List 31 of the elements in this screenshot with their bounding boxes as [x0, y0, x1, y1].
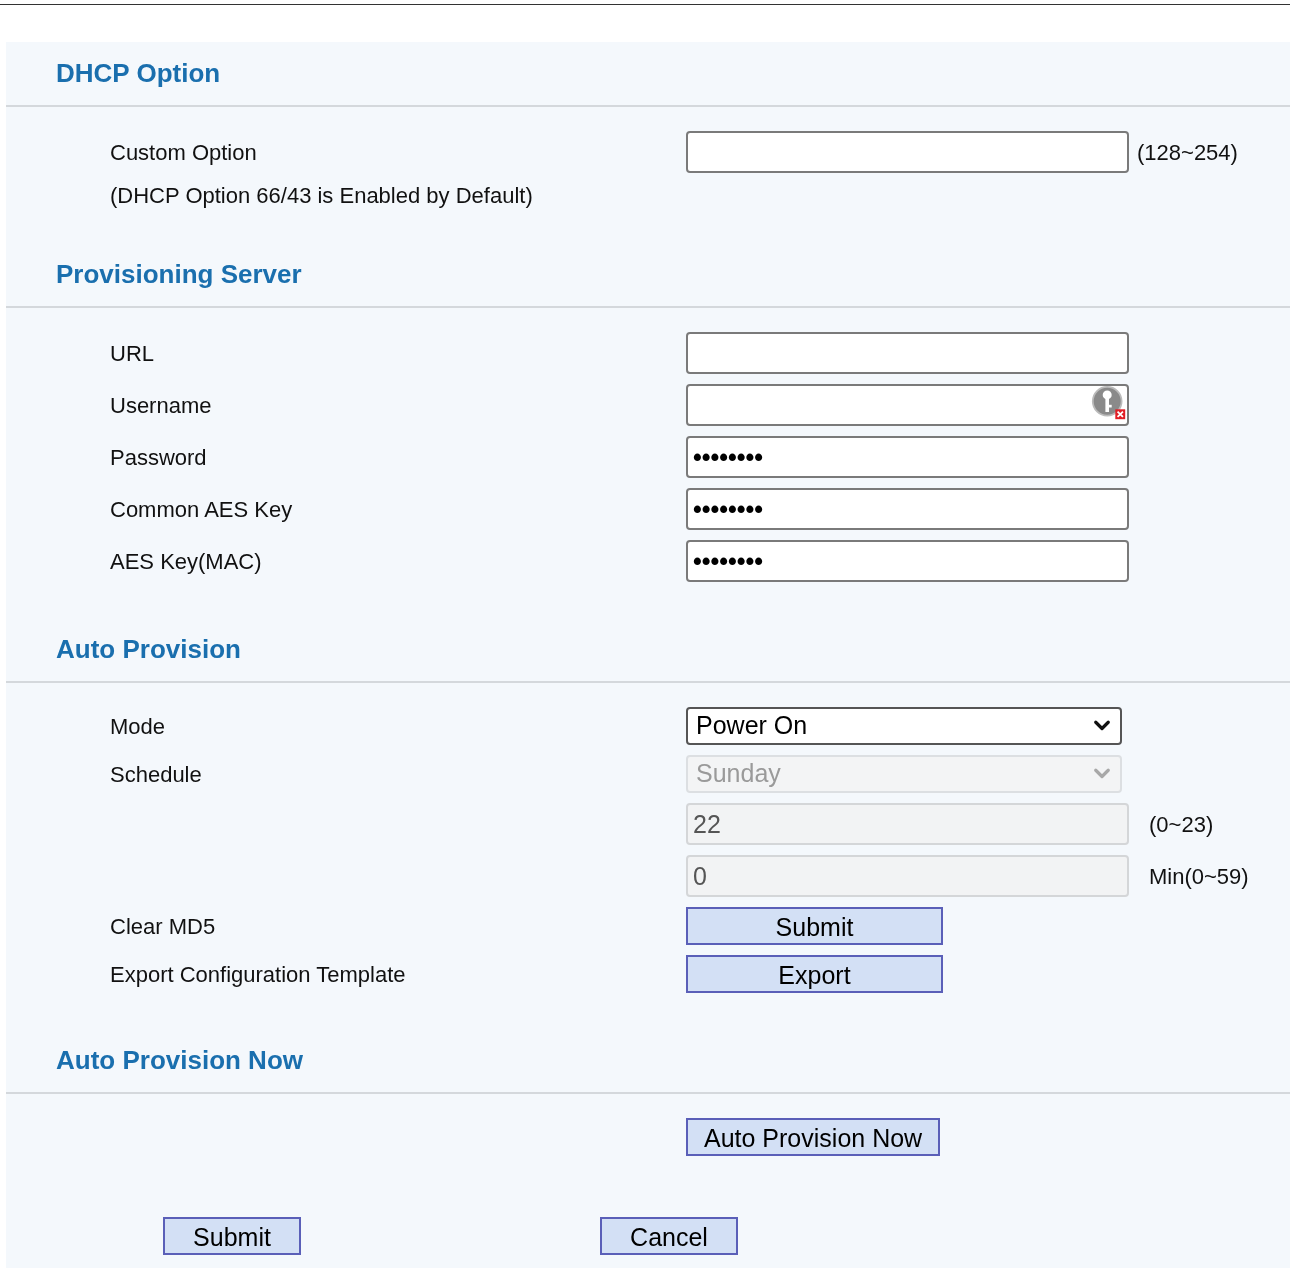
- input-field[interactable]: ••••••••: [686, 436, 1129, 478]
- section-title: DHCP Option: [56, 57, 221, 90]
- password-key-icon[interactable]: [1091, 385, 1127, 421]
- cancel-button[interactable]: Cancel: [600, 1217, 738, 1255]
- action-button[interactable]: Auto Provision Now: [686, 1118, 941, 1156]
- section-title: Auto Provision: [56, 633, 241, 666]
- field-label: Password: [110, 443, 207, 472]
- field-label: Schedule: [110, 760, 202, 789]
- field-label: Username: [110, 391, 212, 420]
- range-hint: (128~254): [1137, 138, 1238, 167]
- field-label: Common AES Key: [110, 495, 293, 524]
- input-field[interactable]: ••••••••: [686, 540, 1129, 582]
- input-field[interactable]: [686, 131, 1129, 173]
- section-title: Provisioning Server: [56, 258, 302, 291]
- input-field[interactable]: [686, 384, 1129, 426]
- note-text: (DHCP Option 66/43 is Enabled by Default): [110, 181, 533, 210]
- range-hint: Min(0~59): [1149, 862, 1249, 891]
- range-hint: (0~23): [1149, 810, 1214, 839]
- section-title: Auto Provision Now: [56, 1044, 303, 1077]
- input-field[interactable]: [686, 332, 1129, 374]
- action-button[interactable]: Submit: [686, 907, 943, 945]
- field-label: Clear MD5: [110, 912, 216, 941]
- field-label: Custom Option: [110, 138, 257, 167]
- field-label: Mode: [110, 712, 166, 741]
- input-field[interactable]: ••••••••: [686, 488, 1129, 530]
- field-label: URL: [110, 339, 154, 368]
- mode-dropdown[interactable]: Power On: [686, 707, 1122, 745]
- field-label: Export Configuration Template: [110, 960, 406, 989]
- action-button[interactable]: Export: [686, 955, 943, 993]
- field-label: AES Key(MAC): [110, 547, 262, 576]
- submit-button[interactable]: Submit: [163, 1217, 301, 1255]
